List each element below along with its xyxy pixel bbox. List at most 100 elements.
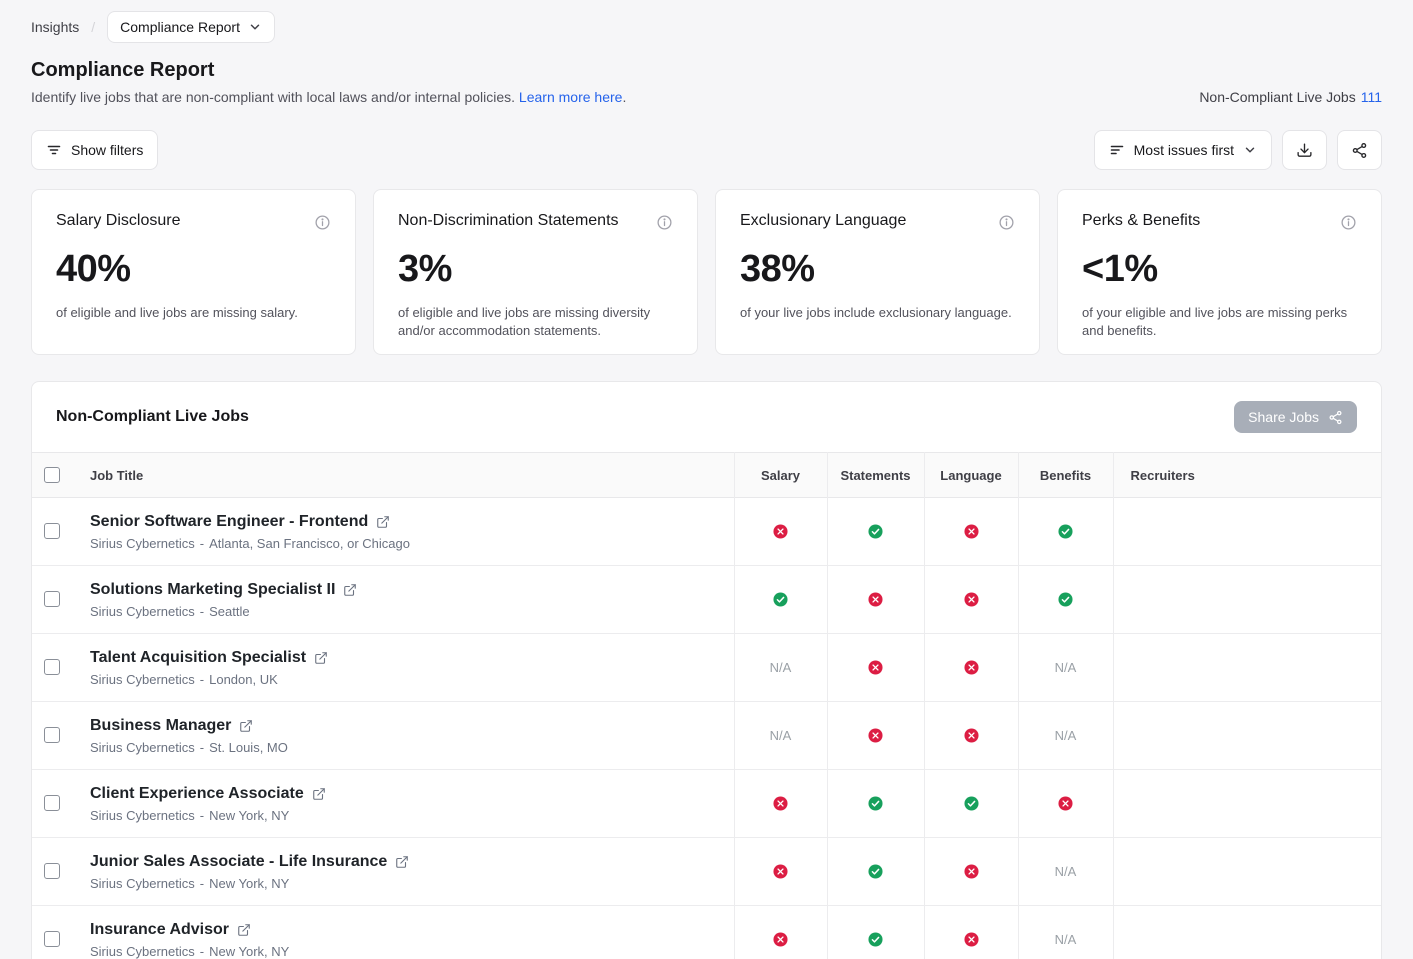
table-row: Client Experience Associate Sirius Cyber… — [32, 770, 1381, 838]
share-icon — [1328, 410, 1343, 425]
language-status-cell — [924, 498, 1018, 566]
company-location-separator: - — [200, 876, 204, 891]
external-link-icon[interactable] — [376, 515, 390, 529]
job-location: New York, NY — [209, 876, 289, 891]
job-company: Sirius Cybernetics — [90, 876, 195, 891]
external-link-icon[interactable] — [314, 651, 328, 665]
check-circle-icon — [773, 592, 788, 607]
language-status-cell — [924, 838, 1018, 906]
stat-card-perks-benefits: Perks & Benefits <1% of your eligible an… — [1057, 189, 1382, 355]
select-all-checkbox[interactable] — [44, 467, 60, 483]
learn-more-link[interactable]: Learn more here — [519, 89, 623, 105]
stat-description: of eligible and live jobs are missing sa… — [56, 304, 331, 322]
stat-card-salary-disclosure: Salary Disclosure 40% of eligible and li… — [31, 189, 356, 355]
table-row: Business Manager Sirius Cybernetics - St… — [32, 702, 1381, 770]
column-header-job-title: Job Title — [72, 453, 734, 498]
statements-status-cell — [827, 702, 924, 770]
stat-value: 38% — [740, 248, 1015, 291]
not-applicable-label: N/A — [1055, 728, 1077, 743]
job-title-link[interactable]: Senior Software Engineer - Frontend — [90, 513, 368, 531]
x-circle-icon — [964, 524, 979, 539]
row-checkbox[interactable] — [44, 931, 60, 947]
company-location-separator: - — [200, 672, 204, 687]
salary-status-cell: N/A — [734, 634, 827, 702]
job-title-link[interactable]: Talent Acquisition Specialist — [90, 649, 306, 667]
sort-dropdown[interactable]: Most issues first — [1094, 130, 1272, 170]
benefits-status-cell: N/A — [1018, 702, 1113, 770]
check-circle-icon — [964, 796, 979, 811]
share-button[interactable] — [1337, 130, 1382, 170]
job-title-link[interactable]: Business Manager — [90, 717, 231, 735]
sort-descending-icon — [1109, 142, 1125, 158]
recruiters-cell — [1113, 498, 1381, 566]
column-header-recruiters: Recruiters — [1113, 453, 1381, 498]
stat-title: Perks & Benefits — [1082, 212, 1200, 230]
show-filters-button[interactable]: Show filters — [31, 130, 158, 170]
row-checkbox[interactable] — [44, 523, 60, 539]
row-checkbox[interactable] — [44, 659, 60, 675]
row-checkbox[interactable] — [44, 795, 60, 811]
job-location: London, UK — [209, 672, 278, 687]
x-circle-icon — [868, 660, 883, 675]
filter-lines-icon — [46, 142, 62, 158]
share-jobs-button[interactable]: Share Jobs — [1234, 401, 1357, 433]
summary-label: Non-Compliant Live Jobs — [1199, 89, 1355, 105]
job-location: New York, NY — [209, 944, 289, 959]
statements-status-cell — [827, 566, 924, 634]
row-checkbox[interactable] — [44, 863, 60, 879]
chevron-down-icon — [248, 20, 262, 34]
stat-description: of your eligible and live jobs are missi… — [1082, 304, 1357, 340]
external-link-icon[interactable] — [237, 923, 251, 937]
download-button[interactable] — [1282, 130, 1327, 170]
job-company: Sirius Cybernetics — [90, 944, 195, 959]
row-checkbox[interactable] — [44, 591, 60, 607]
language-status-cell — [924, 702, 1018, 770]
benefits-status-cell — [1018, 770, 1113, 838]
external-link-icon[interactable] — [343, 583, 357, 597]
column-header-benefits: Benefits — [1018, 453, 1113, 498]
x-circle-icon — [964, 932, 979, 947]
recruiters-cell — [1113, 702, 1381, 770]
statements-status-cell — [827, 770, 924, 838]
info-icon[interactable] — [1340, 214, 1357, 236]
statements-status-cell — [827, 498, 924, 566]
job-title-link[interactable]: Client Experience Associate — [90, 785, 304, 803]
external-link-icon[interactable] — [395, 855, 409, 869]
info-icon[interactable] — [998, 214, 1015, 236]
chevron-down-icon — [1243, 143, 1257, 157]
job-title-link[interactable]: Solutions Marketing Specialist II — [90, 581, 335, 599]
page-description-period: . — [622, 89, 626, 105]
breadcrumb-insights[interactable]: Insights — [31, 19, 79, 35]
benefits-status-cell: N/A — [1018, 634, 1113, 702]
job-title-link[interactable]: Junior Sales Associate - Life Insurance — [90, 853, 387, 871]
check-circle-icon — [1058, 592, 1073, 607]
external-link-icon[interactable] — [312, 787, 326, 801]
stat-title: Exclusionary Language — [740, 212, 906, 230]
external-link-icon[interactable] — [239, 719, 253, 733]
job-title-link[interactable]: Insurance Advisor — [90, 921, 229, 939]
x-circle-icon — [773, 864, 788, 879]
company-location-separator: - — [200, 944, 204, 959]
check-circle-icon — [868, 796, 883, 811]
breadcrumb: Insights / Compliance Report — [31, 0, 1382, 43]
non-compliant-summary: Non-Compliant Live Jobs111 — [1199, 89, 1382, 105]
not-applicable-label: N/A — [770, 728, 792, 743]
recruiters-cell — [1113, 770, 1381, 838]
x-circle-icon — [773, 524, 788, 539]
stat-description: of your live jobs include exclusionary l… — [740, 304, 1015, 322]
not-applicable-label: N/A — [1055, 660, 1077, 675]
row-checkbox[interactable] — [44, 727, 60, 743]
check-circle-icon — [868, 524, 883, 539]
salary-status-cell — [734, 566, 827, 634]
info-icon[interactable] — [314, 214, 331, 236]
job-company: Sirius Cybernetics — [90, 808, 195, 823]
jobs-table-body: Senior Software Engineer - Frontend Siri… — [32, 498, 1381, 959]
report-selector-dropdown[interactable]: Compliance Report — [107, 11, 275, 43]
company-location-separator: - — [200, 740, 204, 755]
stat-description: of eligible and live jobs are missing di… — [398, 304, 673, 340]
stat-card-non-discrimination: Non-Discrimination Statements 3% of elig… — [373, 189, 698, 355]
column-header-salary: Salary — [734, 453, 827, 498]
info-icon[interactable] — [656, 214, 673, 236]
stat-value: 3% — [398, 248, 673, 291]
x-circle-icon — [773, 796, 788, 811]
